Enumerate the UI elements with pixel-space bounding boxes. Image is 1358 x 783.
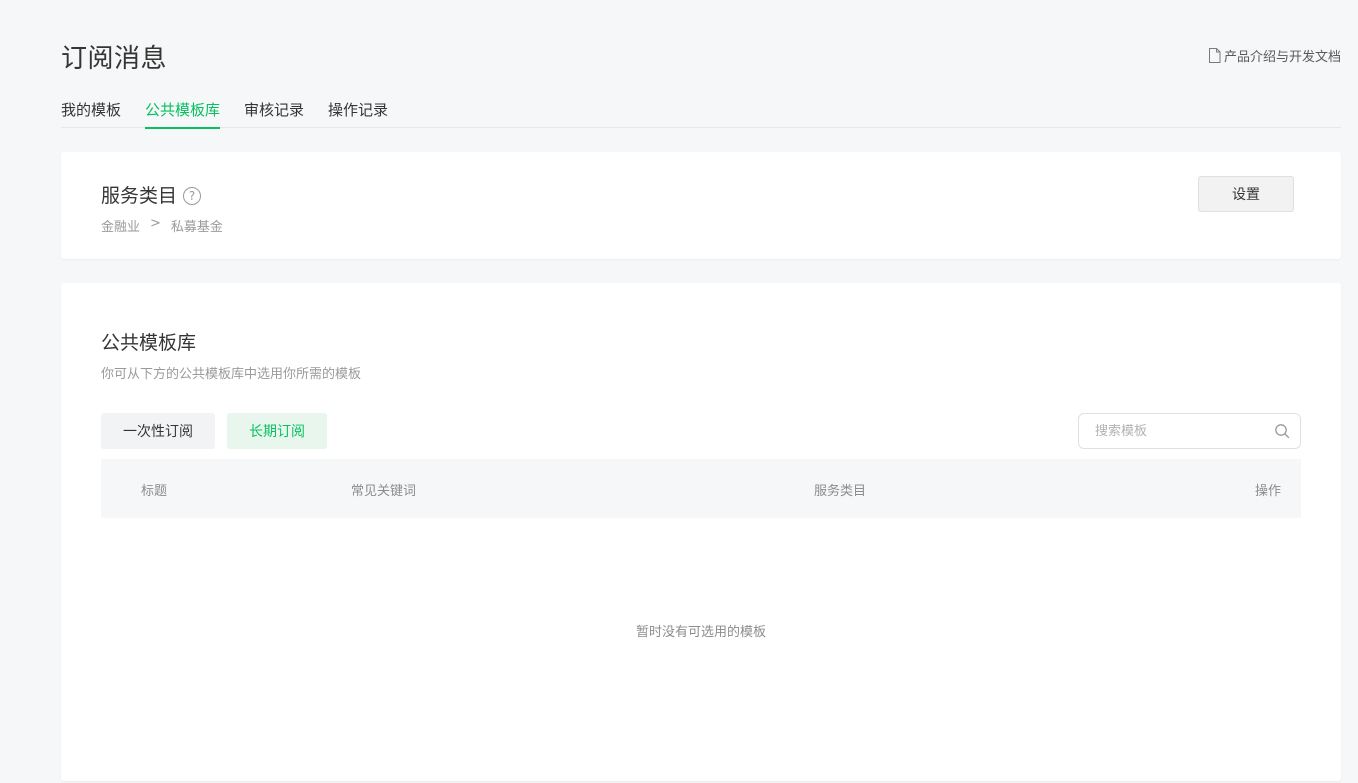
library-title: 公共模板库 bbox=[101, 332, 197, 354]
column-header-category: 服务类目 bbox=[814, 484, 867, 499]
tab-review-records[interactable]: 审核记录 bbox=[244, 98, 304, 128]
tab-operation-records[interactable]: 操作记录 bbox=[328, 98, 388, 128]
search-icon[interactable] bbox=[1274, 423, 1290, 439]
table-header: 标题 常见关键词 服务类目 操作 bbox=[101, 459, 1301, 518]
column-header-keywords: 常见关键词 bbox=[351, 484, 417, 499]
tab-bar: 我的模板 公共模板库 审核记录 操作记录 bbox=[61, 98, 1341, 129]
help-icon[interactable]: ? bbox=[183, 187, 202, 205]
filter-one-time-button[interactable]: 一次性订阅 bbox=[101, 413, 215, 449]
column-header-title: 标题 bbox=[141, 484, 168, 499]
doc-link[interactable]: 产品介绍与开发文档 bbox=[1208, 46, 1341, 65]
settings-button[interactable]: 设置 bbox=[1198, 176, 1294, 212]
category-level-2: 私募基金 bbox=[170, 220, 223, 235]
page-title: 订阅消息 bbox=[61, 44, 168, 74]
category-level-1: 金融业 bbox=[101, 220, 141, 235]
search-input[interactable] bbox=[1095, 423, 1274, 439]
filter-long-term-button[interactable]: 长期订阅 bbox=[227, 413, 327, 449]
tab-public-library[interactable]: 公共模板库 bbox=[145, 98, 221, 129]
library-description: 你可从下方的公共模板库中选用你所需的模板 bbox=[101, 367, 362, 382]
service-category-path: 金融业 > 私募基金 bbox=[101, 216, 223, 235]
search-box bbox=[1078, 413, 1301, 449]
path-separator: > bbox=[150, 216, 161, 231]
service-category-heading: 服务类目 ? bbox=[101, 181, 202, 208]
document-icon bbox=[1208, 48, 1221, 63]
page: 订阅消息 产品介绍与开发文档 我的模板 公共模板库 审核记录 操作记录 服务类目… bbox=[0, 0, 1358, 783]
empty-state-text: 暂时没有可选用的模板 bbox=[635, 625, 766, 640]
public-library-card: 公共模板库 你可从下方的公共模板库中选用你所需的模板 一次性订阅 长期订阅 标题… bbox=[61, 283, 1341, 781]
doc-link-label: 产品介绍与开发文档 bbox=[1223, 50, 1341, 65]
tab-my-templates[interactable]: 我的模板 bbox=[61, 98, 121, 128]
service-category-title: 服务类目 bbox=[101, 185, 178, 207]
service-category-card: 服务类目 ? 金融业 > 私募基金 设置 bbox=[61, 152, 1341, 259]
column-header-action: 操作 bbox=[1254, 484, 1281, 499]
